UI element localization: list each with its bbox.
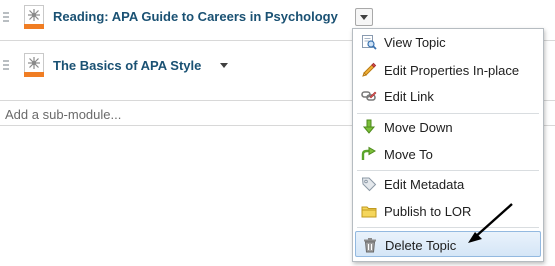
context-menu-button[interactable] [355, 8, 373, 26]
view-icon [362, 35, 377, 50]
topic-title[interactable]: The Basics of APA Style [53, 58, 201, 73]
link-icon [361, 91, 377, 101]
drag-handle-icon[interactable] [3, 12, 9, 22]
menu-item-label: Delete Topic [385, 238, 457, 253]
menu-item-label: Edit Metadata [384, 177, 465, 192]
chevron-down-icon [220, 63, 228, 68]
menu-item-edit-link[interactable]: Edit Link [355, 83, 541, 109]
drag-handle-icon[interactable] [3, 60, 9, 70]
tag-icon [361, 177, 377, 192]
topic-row[interactable]: Reading: APA Guide to Careers in Psychol… [0, 4, 555, 30]
annotation-arrow-icon [468, 203, 513, 243]
menu-item-label: View Topic [384, 35, 446, 50]
topic-title[interactable]: Reading: APA Guide to Careers in Psychol… [53, 9, 338, 24]
arrow-down-icon [362, 119, 376, 134]
folder-icon [361, 206, 377, 218]
menu-item-label: Move To [384, 147, 433, 162]
menu-item-move-down[interactable]: Move Down [355, 114, 541, 140]
move-to-icon [361, 146, 376, 160]
context-menu-button[interactable] [217, 60, 231, 72]
menu-item-edit-metadata[interactable]: Edit Metadata [355, 171, 541, 197]
menu-item-label: Publish to LOR [384, 204, 472, 219]
trash-icon [364, 238, 376, 253]
menu-item-label: Edit Properties In-place [384, 63, 520, 78]
menu-item-move-to[interactable]: Move To [355, 141, 541, 167]
chevron-down-icon [360, 15, 368, 20]
html-topic-icon [24, 5, 44, 29]
menu-item-label: Edit Link [384, 89, 434, 104]
menu-item-label: Move Down [384, 120, 453, 135]
menu-item-edit-properties[interactable]: Edit Properties In-place [355, 57, 541, 83]
add-submodule-input[interactable]: Add a sub-module... [5, 107, 121, 122]
html-topic-icon [24, 53, 44, 77]
menu-item-view-topic[interactable]: View Topic [355, 29, 541, 55]
pencil-icon [362, 62, 377, 77]
